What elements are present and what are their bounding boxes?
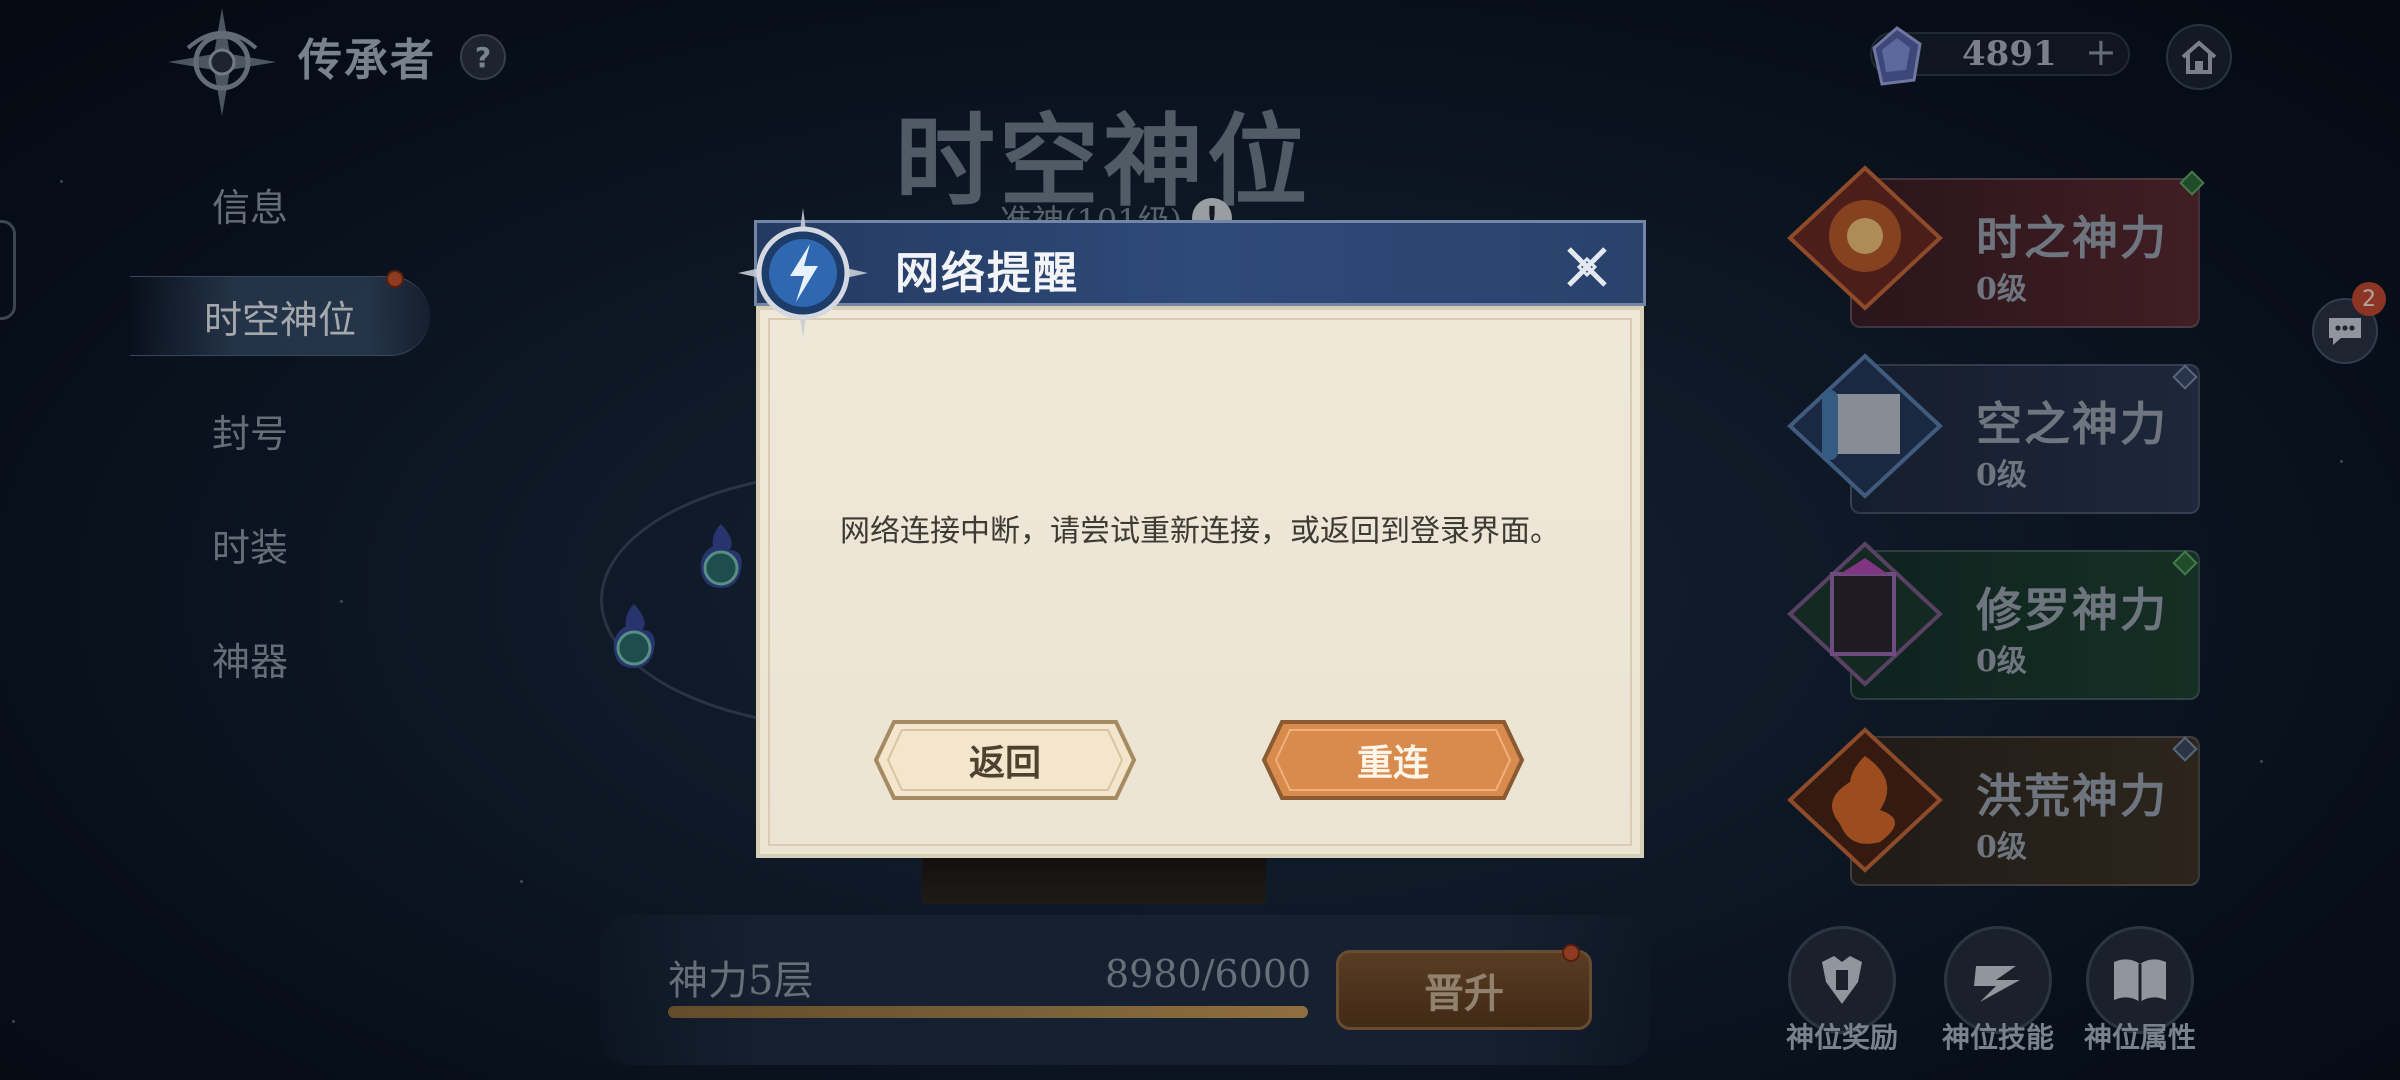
back-button-label: 返回 — [968, 743, 1041, 784]
dialog-header: 网络提醒 — [754, 220, 1646, 306]
back-button[interactable]: 返回 — [872, 718, 1138, 802]
reconnect-button[interactable]: 重连 — [1260, 718, 1526, 802]
dialog-close-button[interactable] — [1559, 239, 1615, 295]
close-icon — [1567, 247, 1607, 287]
reconnect-button-label: 重连 — [1356, 743, 1429, 784]
dialog-title: 网络提醒 — [895, 248, 1079, 299]
lightning-emblem-icon — [738, 208, 868, 338]
dialog-message: 网络连接中断，请尝试重新连接，或返回到登录界面。 — [840, 514, 1560, 549]
